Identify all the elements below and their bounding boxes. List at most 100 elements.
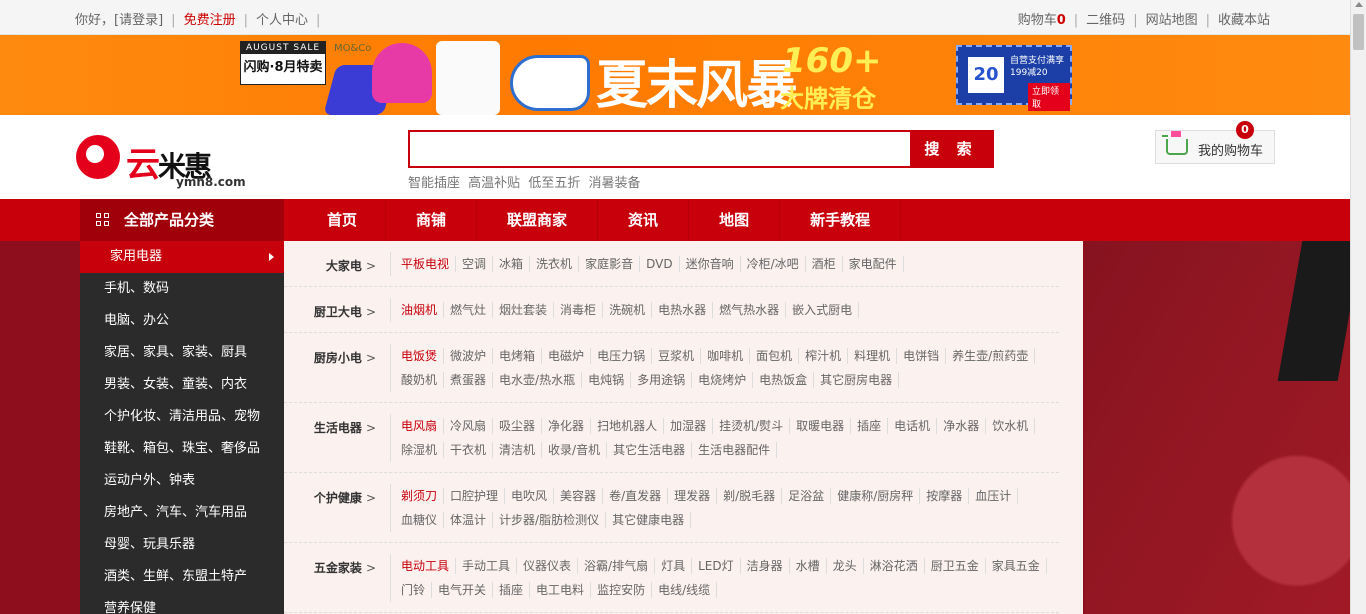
subcategory-link[interactable]: 烟灶套装 [493, 302, 555, 318]
subcategory-link[interactable]: 家电配件 [843, 256, 904, 272]
subcategory-link[interactable]: 养生壶/煎药壶 [946, 348, 1036, 364]
subcategory-link[interactable]: 扫地机器人 [591, 418, 665, 434]
subcategory-link[interactable]: 榨汁机 [799, 348, 849, 364]
all-categories-toggle[interactable]: 全部产品分类 [80, 199, 284, 241]
subcategory-link[interactable]: 除湿机 [395, 442, 445, 458]
subcategory-title[interactable]: 大家电 > [284, 257, 376, 274]
subcategory-link[interactable]: 其它健康电器 [606, 512, 692, 528]
subcategory-link[interactable]: 平板电视 [395, 256, 457, 272]
user-center-link[interactable]: 个人中心 [256, 13, 308, 28]
favorite-link[interactable]: 收藏本站 [1218, 13, 1270, 28]
subcategory-link[interactable]: 门铃 [395, 582, 433, 598]
subcategory-link[interactable]: 洗碗机 [603, 302, 653, 318]
coupon-card[interactable]: 20 自营支付满享199减20 立即领取 [956, 45, 1072, 111]
subcategory-link[interactable]: 电工电料 [530, 582, 592, 598]
subcategory-link[interactable]: 豆浆机 [652, 348, 702, 364]
subcategory-link[interactable]: 理发器 [668, 488, 718, 504]
nav-item-shops[interactable]: 商铺 [386, 199, 478, 241]
subcategory-link[interactable]: 口腔护理 [444, 488, 506, 504]
subcategory-link[interactable]: 净化器 [542, 418, 592, 434]
subcategory-link[interactable]: 电吹风 [505, 488, 555, 504]
subcategory-link[interactable]: 电气开关 [432, 582, 494, 598]
subcategory-link[interactable]: 嵌入式厨电 [786, 302, 860, 318]
subcategory-link[interactable]: 取暖电器 [790, 418, 852, 434]
subcategory-link[interactable]: 干衣机 [444, 442, 494, 458]
subcategory-link[interactable]: 冷风扇 [444, 418, 494, 434]
subcategory-link[interactable]: 消毒柜 [554, 302, 604, 318]
subcategory-link[interactable]: 面包机 [750, 348, 800, 364]
subcategory-link[interactable]: 挂烫机/熨斗 [713, 418, 791, 434]
subcategory-title[interactable]: 五金家装 > [284, 559, 376, 576]
subcategory-link[interactable]: 电磁炉 [542, 348, 592, 364]
subcategory-link[interactable]: 水槽 [790, 558, 827, 574]
subcategory-title[interactable]: 厨房小电 > [284, 349, 376, 366]
top-cart-link[interactable]: 购物车0 [1018, 13, 1066, 28]
subcategory-link[interactable]: 血压计 [969, 488, 1019, 504]
subcategory-link[interactable]: 空调 [456, 256, 494, 272]
scroll-thumb[interactable] [1353, 14, 1364, 50]
subcategory-link[interactable]: 饮水机 [986, 418, 1036, 434]
subcategory-link[interactable]: 其它生活电器 [607, 442, 693, 458]
subcategory-link[interactable]: 微波炉 [444, 348, 494, 364]
subcategory-title[interactable]: 个护健康 > [284, 489, 376, 506]
subcategory-link[interactable]: 煮蛋器 [444, 372, 494, 388]
subcategory-link[interactable]: 电动工具 [395, 558, 457, 574]
nav-item-news[interactable]: 资讯 [598, 199, 690, 241]
register-link[interactable]: 免费注册 [184, 13, 236, 28]
subcategory-link[interactable]: 浴霸/排气扇 [578, 558, 656, 574]
nav-item-merchants[interactable]: 联盟商家 [477, 199, 599, 241]
subcategory-link[interactable]: 清洁机 [493, 442, 543, 458]
subcategory-link[interactable]: 多用途锅 [631, 372, 693, 388]
sidebar-item-health[interactable]: 营养保健 [80, 593, 284, 614]
subcategory-link[interactable]: 生活电器配件 [692, 442, 778, 458]
subcategory-title[interactable]: 厨卫大电 > [284, 303, 376, 320]
subcategory-title[interactable]: 生活电器 > [284, 419, 376, 436]
subcategory-link[interactable]: 厨卫五金 [925, 558, 986, 574]
subcategory-link[interactable]: 按摩器 [920, 488, 970, 504]
subcategory-link[interactable]: 料理机 [848, 348, 898, 364]
subcategory-link[interactable]: 电压力锅 [591, 348, 653, 364]
sidebar-item-personal-care[interactable]: 个护化妆、清洁用品、宠物 [80, 401, 284, 433]
subcategory-link[interactable]: 美容器 [554, 488, 604, 504]
subcategory-link[interactable]: 手动工具 [456, 558, 518, 574]
sidebar-item-clothing[interactable]: 男装、女装、童装、内衣 [80, 369, 284, 401]
subcategory-link[interactable]: 电饭煲 [395, 348, 445, 364]
subcategory-link[interactable]: 灯具 [655, 558, 693, 574]
subcategory-link[interactable]: 电风扇 [395, 418, 445, 434]
subcategory-link[interactable]: 足浴盆 [782, 488, 832, 504]
coupon-claim-button[interactable]: 立即领取 [1028, 83, 1070, 111]
subcategory-link[interactable]: 剃/脱毛器 [717, 488, 783, 504]
subcategory-link[interactable]: 监控安防 [591, 582, 653, 598]
subcategory-link[interactable]: 电热水器 [652, 302, 714, 318]
subcategory-link[interactable]: 吸尘器 [493, 418, 543, 434]
subcategory-link[interactable]: 净水器 [937, 418, 987, 434]
subcategory-link[interactable]: 插座 [493, 582, 531, 598]
subcategory-link[interactable]: 龙头 [827, 558, 864, 574]
subcategory-link[interactable]: 酸奶机 [395, 372, 445, 388]
hot-keyword[interactable]: 低至五折 [528, 176, 580, 191]
subcategory-link[interactable]: 电线/线缆 [652, 582, 718, 598]
nav-item-map[interactable]: 地图 [689, 199, 781, 241]
search-input[interactable] [410, 132, 912, 166]
sitemap-link[interactable]: 网站地图 [1146, 13, 1198, 28]
sidebar-item-phones[interactable]: 手机、数码 [80, 273, 284, 305]
promo-banner[interactable]: AUGUST SALE 闪购·8月特卖 MO&Co 夏末风暴 160+ 大牌清仓… [0, 35, 1350, 115]
vertical-scrollbar[interactable] [1350, 0, 1366, 614]
subcategory-link[interactable]: 电饼铛 [897, 348, 947, 364]
nav-item-tutorial[interactable]: 新手教程 [780, 199, 902, 241]
subcategory-link[interactable]: 卷/直发器 [603, 488, 669, 504]
subcategory-link[interactable]: LED灯 [692, 558, 741, 574]
site-logo[interactable]: 云米惠 ymh8.com [76, 131, 246, 189]
sidebar-item-appliances[interactable]: 家用电器 [80, 241, 284, 273]
subcategory-link[interactable]: DVD [640, 256, 680, 272]
subcategory-link[interactable]: 剃须刀 [395, 488, 445, 504]
subcategory-link[interactable]: 油烟机 [395, 302, 445, 318]
sidebar-item-shoes-bags[interactable]: 鞋靴、箱包、珠宝、奢侈品 [80, 433, 284, 465]
subcategory-link[interactable]: 其它厨房电器 [814, 372, 900, 388]
subcategory-link[interactable]: 冷柜/冰吧 [741, 256, 806, 272]
nav-item-home[interactable]: 首页 [284, 199, 387, 241]
my-cart-button[interactable]: 我的购物车 0 [1155, 121, 1275, 164]
subcategory-link[interactable]: 体温计 [444, 512, 494, 528]
subcategory-link[interactable]: 家具五金 [986, 558, 1047, 574]
hot-keyword[interactable]: 消暑装备 [588, 176, 640, 191]
